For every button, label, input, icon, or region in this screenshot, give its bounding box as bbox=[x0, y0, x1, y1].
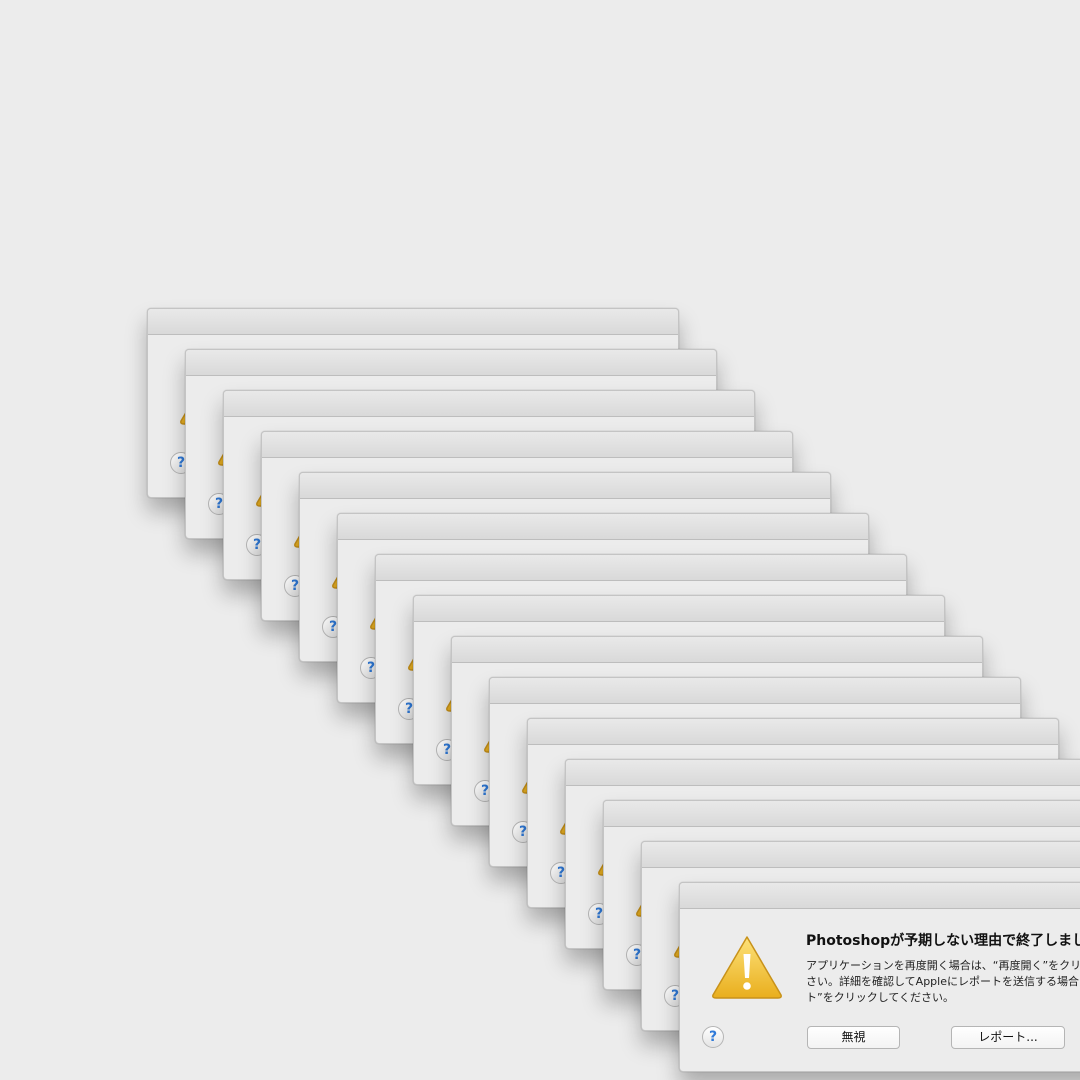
dialog-message: アプリケーションを再度開く場合は、“再度開く”をクリックしてくだ さい。詳細を確… bbox=[806, 958, 1080, 1006]
dialog-message-line: アプリケーションを再度開く場合は、“再度開く”をクリックしてくだ bbox=[806, 959, 1080, 972]
dialog-titlebar[interactable] bbox=[300, 473, 830, 499]
dialog-titlebar[interactable] bbox=[338, 514, 868, 540]
ignore-button[interactable]: 無視 bbox=[807, 1026, 900, 1049]
dialog-title: Photoshopが予期しない理由で終了しました bbox=[806, 933, 1080, 949]
dialog-titlebar[interactable] bbox=[148, 309, 678, 335]
dialog-titlebar[interactable] bbox=[528, 719, 1058, 745]
dialog-message-line: さい。詳細を確認してAppleにレポートを送信する場合は、“レポー bbox=[806, 975, 1080, 988]
dialog-titlebar[interactable] bbox=[604, 801, 1080, 827]
crash-report-dialog: Photoshopが予期しない理由で終了しました アプリケーションを再度開く場合… bbox=[679, 882, 1080, 1072]
warning-triangle-icon bbox=[712, 936, 782, 999]
dialog-titlebar[interactable] bbox=[680, 883, 1080, 909]
report-button[interactable]: レポート... bbox=[951, 1026, 1065, 1049]
help-icon[interactable]: ? bbox=[702, 1026, 724, 1048]
dialog-message-line: ト”をクリックしてください。 bbox=[806, 991, 955, 1004]
dialog-titlebar[interactable] bbox=[414, 596, 944, 622]
dialog-titlebar[interactable] bbox=[186, 350, 716, 376]
dialog-titlebar[interactable] bbox=[490, 678, 1020, 704]
dialog-titlebar[interactable] bbox=[642, 842, 1080, 868]
dialog-titlebar[interactable] bbox=[262, 432, 792, 458]
dialog-titlebar[interactable] bbox=[376, 555, 906, 581]
dialog-titlebar[interactable] bbox=[566, 760, 1080, 786]
dialog-titlebar[interactable] bbox=[452, 637, 982, 663]
desktop-background: Photoshopが予期しない理由で終了しました アプリケーションを再度開く場合… bbox=[0, 0, 1080, 1080]
dialog-titlebar[interactable] bbox=[224, 391, 754, 417]
